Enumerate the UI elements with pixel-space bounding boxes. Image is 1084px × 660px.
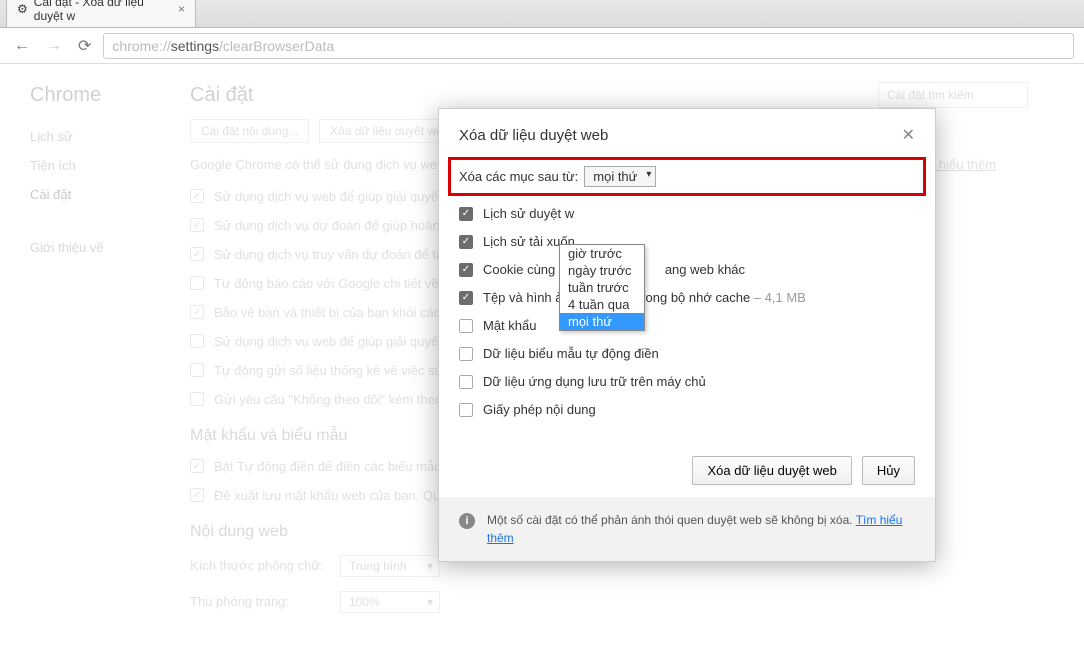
left-col: Chrome Lịch sử Tiện ích Cài đặt Giới thi… [30,84,140,627]
url-scheme: chrome:// [112,38,170,54]
font-size-label: Kích thước phông chữ: [190,558,330,573]
sidebar-item-about[interactable]: Giới thiệu về [30,240,140,255]
dropdown-option[interactable]: 4 tuần qua [560,296,644,313]
item-label: Mật khẩu [483,318,536,333]
forward-button[interactable]: → [42,35,66,57]
option-label: Bảo vệ bạn và thiết bị của bạn khỏi các … [214,305,473,320]
browser-tab[interactable]: ⚙ Cài đặt - Xóa dữ liệu duyệt w × [6,0,196,27]
reload-button[interactable]: ⟳ [74,34,95,58]
zoom-select[interactable]: 100% [340,591,440,613]
checkbox[interactable] [459,403,473,417]
brand: Chrome [30,84,140,107]
settings-search-input[interactable]: Cài đặt tìm kiếm [878,82,1028,108]
dropdown-option[interactable]: tuần trước [560,279,644,296]
item-label: Lịch sử duyệt w [483,206,664,221]
dropdown-option[interactable]: ngày trước [560,262,644,279]
checkbox[interactable] [459,347,473,361]
checkbox[interactable] [190,363,204,377]
close-icon[interactable]: ✕ [902,125,915,145]
content-settings-button[interactable]: Cài đặt nội dung... [190,119,309,143]
tab-bar: ⚙ Cài đặt - Xóa dữ liệu duyệt w × [0,0,1084,28]
option-label: Gửi yêu cầu "Không theo dõi" kèm theo lư… [214,392,471,407]
dropdown-option[interactable]: giờ trước [560,245,644,262]
clear-data-modal: Xóa dữ liệu duyệt web ✕ Xóa các mục sau … [438,108,936,562]
nav-bar: ← → ⟳ chrome://settings/clearBrowserData [0,28,1084,64]
gear-icon: ⚙ [17,2,28,16]
clear-data-item: Dữ liệu biểu mẫu tự động điền [459,346,915,361]
checkbox[interactable] [190,189,204,203]
clear-data-item: Tệp và hình ảnh được lưu trong bộ nhớ ca… [459,290,915,305]
url-host: settings [171,38,219,54]
checkbox[interactable] [190,392,204,406]
clear-data-item: Lịch sử duyệt w [459,206,915,221]
option-label: Tự động báo cáo với Google chi tiết về s… [214,276,475,291]
close-icon[interactable]: × [178,2,185,16]
sidebar-item-extensions[interactable]: Tiện ích [30,158,140,173]
time-range-dropdown[interactable]: giờ trướcngày trướctuần trước4 tuần quam… [559,244,645,331]
checkbox[interactable] [190,459,204,473]
info-icon: i [459,513,475,529]
checkbox[interactable] [190,305,204,319]
zoom-label: Thu phóng trang: [190,594,330,609]
checkbox[interactable] [190,334,204,348]
url-bar[interactable]: chrome://settings/clearBrowserData [103,33,1074,59]
clear-data-item: Mật khẩu [459,318,915,333]
clear-data-item: Dữ liệu ứng dụng lưu trữ trên máy chủ [459,374,915,389]
clear-data-item: Giấy phép nội dung [459,402,915,417]
checkbox[interactable] [459,375,473,389]
cancel-button[interactable]: Hủy [862,456,915,485]
checkbox[interactable] [459,207,473,221]
checkbox[interactable] [190,276,204,290]
dropdown-option[interactable]: mọi thứ [560,313,644,330]
sidebar-item-history[interactable]: Lịch sử [30,129,140,144]
checkbox[interactable] [190,247,204,261]
checkbox[interactable] [190,488,204,502]
option-label: Tự động gửi số liệu thống kê về việc sử … [214,363,476,378]
time-range-select[interactable]: mọi thứ [584,166,656,187]
modal-title: Xóa dữ liệu duyệt web [459,127,608,144]
item-label: Dữ liệu ứng dụng lưu trữ trên máy chủ [483,374,706,389]
info-text: Một số cài đặt có thể phản ánh thói quen… [487,513,853,527]
time-range-row: Xóa các mục sau từ: mọi thứ [448,157,926,196]
checkbox[interactable] [459,319,473,333]
time-range-label: Xóa các mục sau từ: [459,169,578,184]
option-label: Sử dụng dịch vụ web để giúp giải quyết l… [214,189,472,204]
clear-data-item: Lịch sử tải xuốn [459,234,915,249]
tab-title: Cài đặt - Xóa dữ liệu duyệt w [34,0,166,23]
clear-data-confirm-button[interactable]: Xóa dữ liệu duyệt web [692,456,851,485]
item-label: Dữ liệu biểu mẫu tự động điền [483,346,659,361]
item-label: Giấy phép nội dung [483,402,596,417]
checkbox[interactable] [459,263,473,277]
url-path: /clearBrowserData [219,38,334,54]
option-label: Sử dụng dịch vụ dự đoán để giúp hoàn thà… [214,218,476,233]
clear-data-item: Cookie cùng dữang web khác [459,262,915,277]
checkbox[interactable] [190,218,204,232]
sidebar: Lịch sử Tiện ích Cài đặt Giới thiệu về [30,127,140,255]
checkbox[interactable] [459,235,473,249]
back-button[interactable]: ← [10,35,34,57]
info-bar: i Một số cài đặt có thể phản ánh thói qu… [439,497,935,561]
sidebar-item-settings[interactable]: Cài đặt [30,187,140,202]
font-size-select[interactable]: Trung bình [340,555,440,577]
checkbox[interactable] [459,291,473,305]
